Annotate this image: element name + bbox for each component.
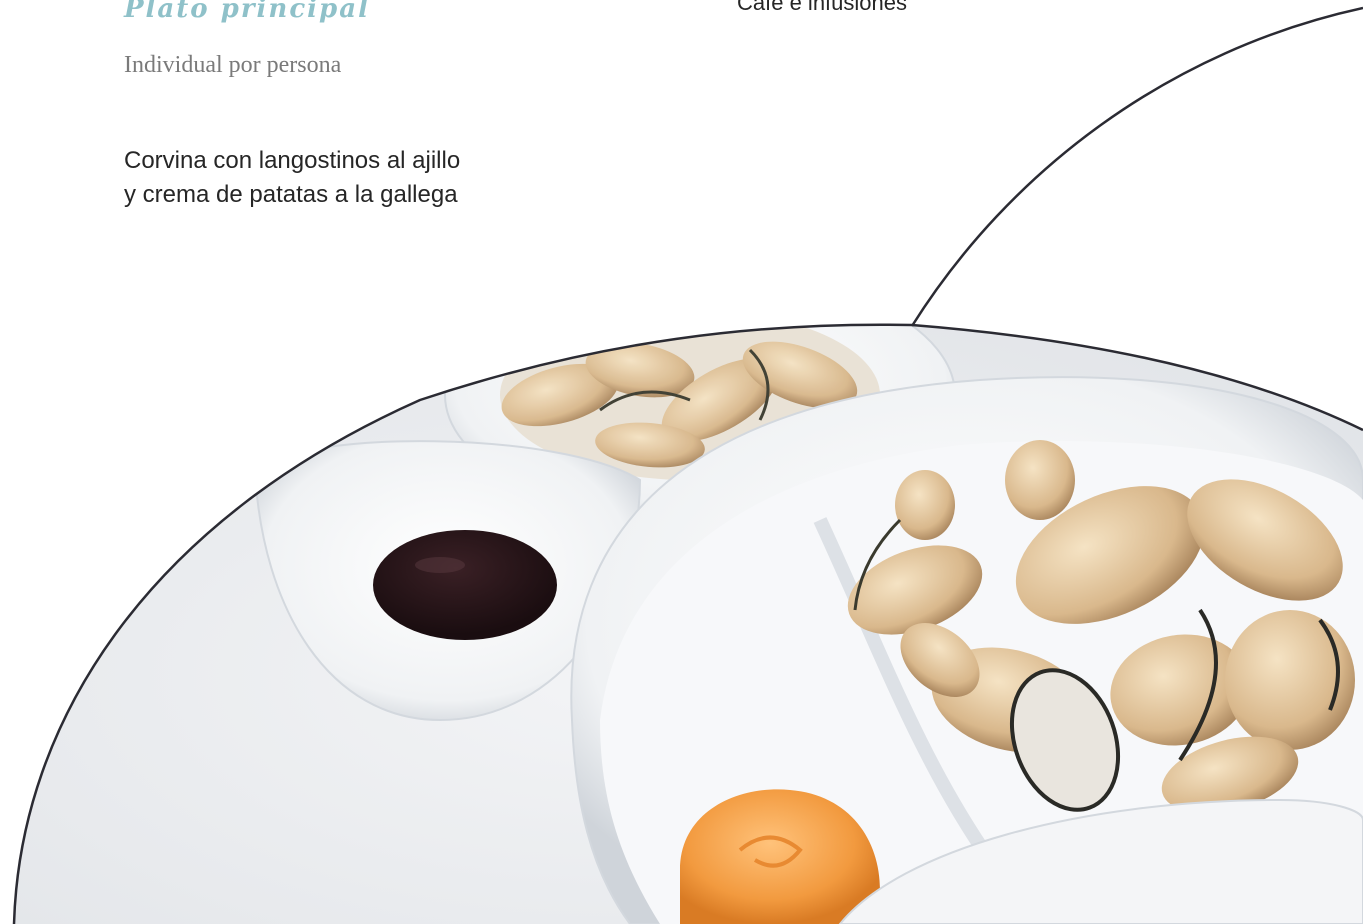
- food-photo: [12, 6, 1363, 924]
- menu-page: Plato principal Individual por persona C…: [0, 0, 1363, 924]
